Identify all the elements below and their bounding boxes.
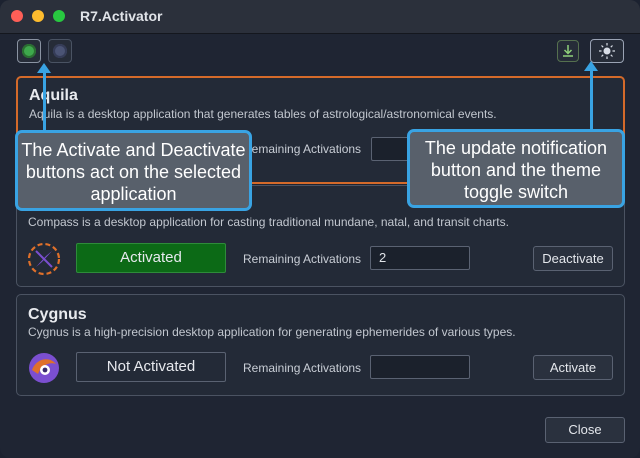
window-title: R7.Activator [80,8,163,24]
app-card-cygnus[interactable]: Cygnus Cygnus is a high-precision deskto… [16,294,625,396]
remaining-activations-field: 2 [370,246,470,270]
close-button[interactable]: Close [545,417,625,443]
blue-dot-icon [53,44,67,58]
app-description: Aquila is a desktop application that gen… [29,107,497,121]
zoom-window-button[interactable] [53,10,65,22]
remaining-activations-label: Remaining Activations [243,252,362,266]
activate-toolbar-button[interactable] [17,39,41,63]
callout-arrow-left [43,72,46,130]
green-dot-icon [22,44,36,58]
callout-activate-buttons: The Activate and Deactivate buttons act … [15,130,252,211]
deactivate-toolbar-button[interactable] [48,39,72,63]
activation-status: Not Activated [76,352,226,382]
update-notification-button[interactable] [557,40,579,62]
activate-button[interactable]: Activate [533,355,613,380]
activation-status: Activated [76,243,226,273]
close-window-button[interactable] [11,10,23,22]
app-description: Compass is a desktop application for cas… [28,215,509,229]
app-description: Cygnus is a high-precision desktop appli… [28,325,516,339]
title-bar: R7.Activator [0,0,640,34]
cygnus-app-icon [29,353,59,383]
callout-arrowhead-right [584,61,598,71]
compass-app-icon [27,242,61,276]
remaining-activations-label: Remaining Activations [243,142,362,156]
callout-arrowhead-left [37,63,51,73]
remaining-activations-field [370,355,470,379]
deactivate-button[interactable]: Deactivate [533,246,613,271]
app-name: Aquila [29,87,78,104]
theme-toggle-switch[interactable] [590,39,624,63]
app-window: R7.Activator Aquila Aquila is a desktop … [0,0,640,458]
minimize-window-button[interactable] [32,10,44,22]
sun-icon [599,43,615,59]
callout-update-theme: The update notification button and the t… [407,129,625,208]
remaining-activations-label: Remaining Activations [243,361,362,375]
callout-arrow-right [590,70,593,129]
download-icon [563,45,573,57]
app-name: Cygnus [28,306,87,323]
